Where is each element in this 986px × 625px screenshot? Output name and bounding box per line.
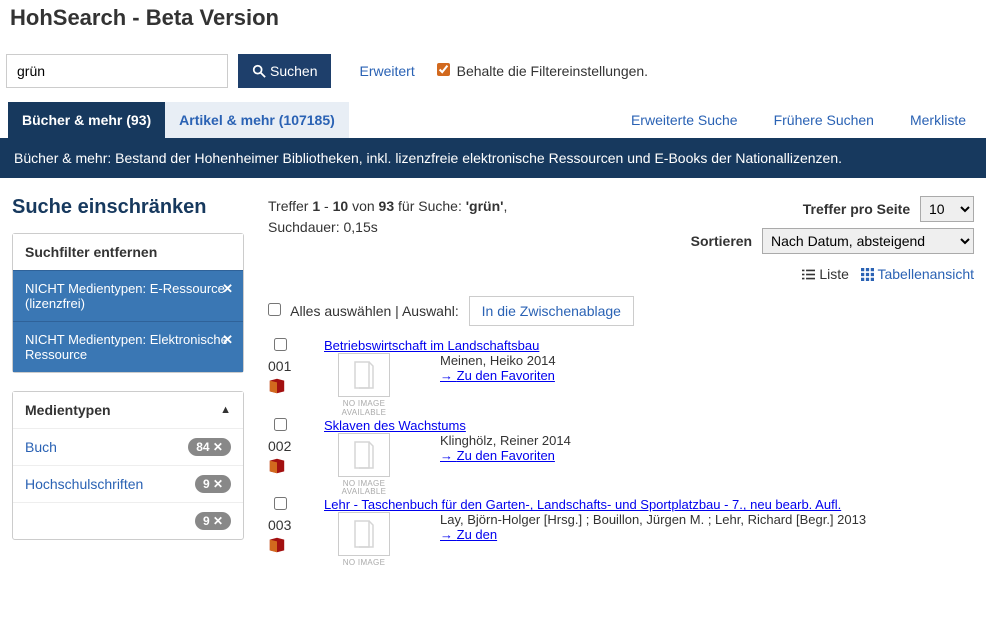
filter-item-label: NICHT Medientypen: Elektronische Ressour…: [25, 332, 228, 362]
list-view-label: Liste: [819, 266, 849, 282]
results-header: Treffer 1 - 10 von 93 für Suche: 'grün',…: [268, 196, 974, 282]
facet-header[interactable]: Medientypen ▲: [13, 392, 243, 428]
sidebar: Suche einschränken Suchfilter entfernen …: [12, 196, 244, 568]
facet-label[interactable]: Buch: [25, 439, 57, 455]
search-bar: Suchen Erweitert Behalte die Filtereinst…: [0, 36, 986, 102]
page-header: HohSearch - Beta Version: [0, 0, 986, 36]
keep-filters-label[interactable]: Behalte die Filtereinstellungen.: [437, 63, 648, 79]
view-toggle: Liste Tabellenansicht: [691, 266, 974, 282]
search-history-link[interactable]: Frühere Suchen: [774, 112, 874, 128]
facet-header-label: Medientypen: [25, 402, 111, 418]
facet-item-hochschulschriften[interactable]: Hochschulschriften 9 ✕: [13, 465, 243, 502]
book-icon: [268, 458, 286, 477]
result-number: 002: [268, 438, 324, 454]
select-all-checkbox[interactable]: [268, 303, 281, 316]
search-button[interactable]: Suchen: [238, 54, 331, 88]
sort-label: Sortieren: [691, 233, 752, 249]
tab-articles[interactable]: Artikel & mehr (107185): [165, 102, 349, 138]
book-icon: [268, 537, 286, 556]
result-checkbox[interactable]: [274, 497, 287, 510]
remove-filter-icon[interactable]: ✕: [222, 281, 233, 297]
result-checkbox[interactable]: [274, 418, 287, 431]
facet-label[interactable]: Hochschulschriften: [25, 476, 143, 492]
book-icon: [268, 378, 286, 397]
tab-books[interactable]: Bücher & mehr (93): [8, 102, 165, 138]
keep-filters-text: Behalte die Filtereinstellungen.: [457, 63, 648, 79]
add-favorite-link[interactable]: → Zu den Favoriten: [440, 448, 555, 463]
keep-filters-checkbox[interactable]: [437, 63, 450, 76]
no-image-thumbnail: [338, 512, 390, 556]
grid-icon: [861, 268, 874, 281]
filter-item[interactable]: NICHT Medientypen: Elektronische Ressour…: [13, 321, 243, 372]
search-icon: [252, 64, 266, 78]
search-input[interactable]: [6, 54, 228, 88]
top-links: Erweiterte Suche Frühere Suchen Merklist…: [631, 102, 986, 138]
result-number: 003: [268, 517, 324, 533]
result-item: 002 Sklaven des Wachstums NO IMAGEAVAILA…: [268, 418, 974, 498]
select-all-row: Alles auswählen | Auswahl: In die Zwisch…: [268, 290, 974, 338]
search-button-label: Suchen: [270, 63, 317, 79]
no-image-label: NO IMAGE: [324, 559, 404, 568]
result-title-link[interactable]: Betriebswirtschaft im Landschaftsbau: [324, 338, 539, 353]
results-info: Treffer 1 - 10 von 93 für Suche: 'grün',…: [268, 196, 507, 238]
table-view-label: Tabellenansicht: [877, 266, 974, 282]
no-image-thumbnail: [338, 433, 390, 477]
facet-item-buch[interactable]: Buch 84 ✕: [13, 428, 243, 465]
result-item: 001 Betriebswirtschaft im Landschaftsbau…: [268, 338, 974, 418]
facet-panel-medientypen: Medientypen ▲ Buch 84 ✕ Hochschulschrift…: [12, 391, 244, 540]
list-icon: [802, 268, 815, 281]
result-checkbox[interactable]: [274, 338, 287, 351]
facet-count-badge[interactable]: 84 ✕: [188, 438, 231, 456]
no-image-thumbnail: [338, 353, 390, 397]
facet-count-badge[interactable]: 9 ✕: [195, 475, 231, 493]
clipboard-button[interactable]: In die Zwischenablage: [469, 296, 634, 326]
page-icon: [352, 519, 376, 549]
add-favorite-link[interactable]: → Zu den: [440, 527, 497, 542]
tabs: Bücher & mehr (93) Artikel & mehr (10718…: [8, 102, 349, 138]
remove-filter-icon[interactable]: ✕: [222, 332, 233, 348]
result-title-link[interactable]: Lehr - Taschenbuch für den Garten-, Land…: [324, 497, 841, 512]
facet-item-zeitschriften[interactable]: x 9 ✕: [13, 502, 243, 539]
result-author: Lay, Björn-Holger [Hrsg.] ; Bouillon, Jü…: [440, 512, 974, 527]
perpage-label: Treffer pro Seite: [803, 201, 910, 217]
result-title-link[interactable]: Sklaven des Wachstums: [324, 418, 466, 433]
result-item: 003 Lehr - Taschenbuch für den Garten-, …: [268, 497, 974, 568]
list-view-toggle[interactable]: Liste: [802, 266, 852, 282]
no-image-label: NO IMAGEAVAILABLE: [324, 480, 404, 498]
facet-count-badge[interactable]: 9 ✕: [195, 512, 231, 530]
app-title: HohSearch - Beta Version: [10, 5, 976, 31]
collapse-icon[interactable]: ▲: [220, 404, 231, 416]
perpage-select[interactable]: 10: [920, 196, 974, 222]
add-favorite-link[interactable]: → Zu den Favoriten: [440, 368, 555, 383]
filter-item[interactable]: NICHT Medientypen: E-Ressource (lizenzfr…: [13, 270, 243, 321]
select-all-label: Alles auswählen | Auswahl:: [290, 303, 459, 319]
advanced-search-link[interactable]: Erweiterte Suche: [631, 112, 738, 128]
extended-search-link[interactable]: Erweitert: [359, 63, 414, 79]
result-author: Meinen, Heiko 2014: [440, 353, 974, 368]
sort-select[interactable]: Nach Datum, absteigend: [762, 228, 974, 254]
filter-item-label: NICHT Medientypen: E-Ressource (lizenzfr…: [25, 281, 225, 311]
result-number: 001: [268, 358, 324, 374]
sidebar-heading: Suche einschränken: [12, 196, 244, 219]
results-controls: Treffer pro Seite 10 Sortieren Nach Datu…: [691, 196, 974, 282]
tabs-row: Bücher & mehr (93) Artikel & mehr (10718…: [0, 102, 986, 138]
result-author: Klinghölz, Reiner 2014: [440, 433, 974, 448]
remove-filters-header: Suchfilter entfernen: [13, 234, 243, 270]
no-image-label: NO IMAGEAVAILABLE: [324, 400, 404, 418]
remove-filters-panel: Suchfilter entfernen NICHT Medientypen: …: [12, 233, 244, 373]
results-area: Treffer 1 - 10 von 93 für Suche: 'grün',…: [268, 196, 974, 568]
page-icon: [352, 360, 376, 390]
tab-description: Bücher & mehr: Bestand der Hohenheimer B…: [0, 138, 986, 178]
page-icon: [352, 440, 376, 470]
bookmarks-link[interactable]: Merkliste: [910, 112, 966, 128]
table-view-toggle[interactable]: Tabellenansicht: [861, 266, 974, 282]
